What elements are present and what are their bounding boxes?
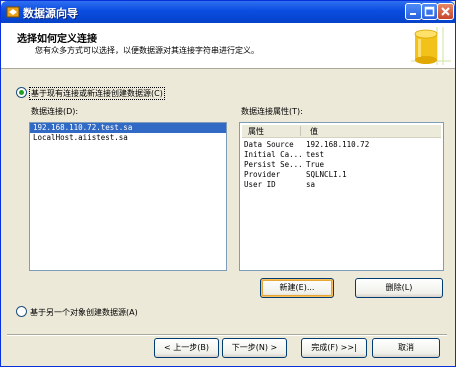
maximize-icon — [424, 6, 435, 17]
window-title: 数据源向导 — [23, 7, 78, 20]
list-item[interactable]: LocalHost.aiistest.sa — [30, 133, 226, 143]
wizard-window: 数据源向导 选择如何定义连接 您有众多方式可以选择，以便数据源对其连接字符串进行… — [0, 0, 456, 367]
database-icon — [407, 25, 451, 67]
page-subtitle: 您有众多方式可以选择，以便数据源对其连接字符串进行定义。 — [35, 46, 259, 55]
new-connection-button[interactable]: 新建(E)... — [260, 278, 334, 298]
footer-divider — [7, 334, 447, 336]
property-column-header: 属性 — [248, 127, 264, 136]
back-button[interactable]: < 上一步(B) — [154, 338, 219, 358]
delete-connection-button[interactable]: 删除(L) — [355, 278, 443, 298]
minimize-icon — [410, 13, 416, 15]
list-item[interactable]: 192.168.110.72.test.sa — [30, 123, 226, 133]
existing-connection-label[interactable]: 基于现有连接或新连接创建数据源(C) — [29, 87, 165, 100]
connection-properties-grid: 属性 值 Data Source 192.168.110.72 Initial … — [239, 122, 444, 271]
property-name: Data Source — [244, 140, 294, 149]
data-connections-list[interactable]: 192.168.110.72.test.sa LocalHost.aiistes… — [29, 122, 227, 271]
property-value: 192.168.110.72 — [306, 140, 370, 149]
data-connections-label: 数据连接(D): — [31, 107, 79, 116]
property-value: sa — [306, 180, 316, 189]
column-divider — [300, 126, 301, 136]
cancel-button[interactable]: 取消 — [372, 338, 440, 358]
property-value: test — [306, 150, 325, 159]
property-name: Initial Ca... — [244, 150, 303, 159]
existing-connection-radio[interactable] — [16, 87, 27, 98]
maximize-button[interactable] — [421, 3, 438, 20]
next-button[interactable]: 下一步(N) > — [222, 338, 287, 358]
wizard-header: 选择如何定义连接 您有众多方式可以选择，以便数据源对其连接字符串进行定义。 — [1, 23, 455, 69]
property-name: Provider — [244, 170, 281, 179]
value-column-header: 值 — [310, 127, 318, 136]
property-name: Persist Se... — [244, 160, 303, 169]
properties-header: 属性 值 — [242, 125, 441, 138]
connection-properties-label: 数据连接属性(T): — [241, 107, 303, 116]
page-title: 选择如何定义连接 — [17, 34, 97, 45]
property-value: SQLNCLI.1 — [306, 170, 347, 179]
close-icon — [441, 7, 450, 16]
minimize-button[interactable] — [405, 3, 422, 20]
app-icon — [6, 6, 20, 18]
other-object-radio[interactable] — [16, 306, 27, 317]
property-name: User ID — [244, 180, 276, 189]
finish-button[interactable]: 完成(F) >>| — [301, 338, 367, 358]
title-bar[interactable]: 数据源向导 — [1, 1, 455, 23]
other-object-label[interactable]: 基于另一个对象创建数据源(A) — [30, 307, 138, 318]
property-value: True — [306, 160, 325, 169]
close-button[interactable] — [437, 3, 454, 20]
